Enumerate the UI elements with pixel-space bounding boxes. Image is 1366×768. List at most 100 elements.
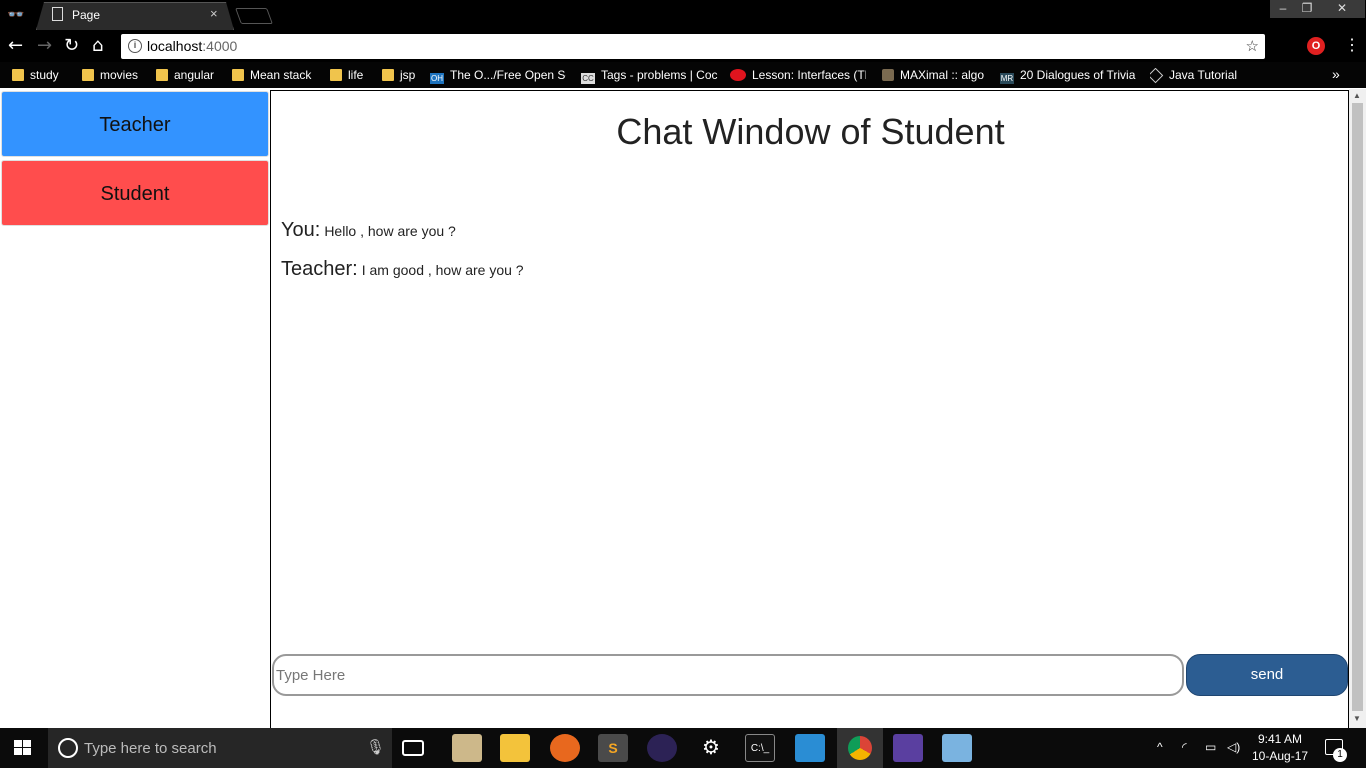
bookmarks-overflow-icon[interactable]: »	[1332, 66, 1340, 82]
scroll-thumb[interactable]	[1352, 103, 1363, 711]
chat-message: Teacher: I am good , how are you ?	[281, 258, 524, 281]
url-text: localhost:4000	[147, 38, 237, 54]
folder-icon	[82, 69, 94, 81]
reload-icon[interactable]: ↻	[64, 37, 79, 55]
tab-page[interactable]	[36, 2, 234, 30]
message-sender: You:	[281, 219, 321, 241]
show-hidden-icons[interactable]: ^	[1157, 740, 1163, 754]
tab-title: Page	[72, 8, 101, 22]
chat-window: Chat Window of Student You: Hello , how a…	[270, 90, 1349, 728]
forward-arrow-icon[interactable]: →	[37, 37, 52, 55]
page-icon	[52, 7, 63, 21]
bookmark-oh[interactable]: OH The O.../Free Open Sc	[430, 68, 566, 84]
folder-icon	[156, 69, 168, 81]
bookmark-label: jsp	[400, 68, 416, 82]
bookmark-codechef[interactable]: CC Tags - problems | Coc	[581, 68, 718, 84]
control-panel-icon[interactable]	[795, 734, 825, 762]
gimp-icon[interactable]	[452, 734, 482, 762]
back-arrow-icon[interactable]: ←	[8, 37, 23, 55]
bookmark-mean-stack[interactable]: Mean stack	[232, 68, 322, 84]
terminal-icon[interactable]: C:\_	[745, 734, 775, 762]
java-tutorial-icon	[1150, 68, 1164, 84]
clock-time[interactable]: 9:41 AM	[1258, 732, 1302, 746]
bookmark-label: Mean stack	[250, 68, 312, 82]
cc-icon: CC	[581, 73, 595, 84]
taskbar-search[interactable]: Type here to search 🎙	[48, 728, 392, 768]
bookmark-dialogues[interactable]: MR 20 Dialogues of Trivia	[1000, 68, 1136, 84]
settings-icon[interactable]: ⚙	[696, 734, 726, 762]
wifi-icon[interactable]: ◜	[1182, 740, 1187, 754]
eclipse-icon[interactable]	[647, 734, 677, 762]
message-input[interactable]	[272, 654, 1184, 696]
bookmarks-bar: study movies angular Mean stack life jsp…	[0, 62, 1366, 88]
send-button[interactable]: send	[1186, 654, 1348, 696]
chrome-taskbar-item[interactable]	[837, 728, 883, 768]
cortana-icon	[58, 738, 78, 758]
bookmark-movies[interactable]: movies	[82, 68, 148, 84]
bookmark-life[interactable]: life	[330, 68, 374, 84]
folder-icon	[12, 69, 24, 81]
folder-icon	[382, 69, 394, 81]
bookmark-label: Tags - problems | Coc	[601, 68, 718, 82]
browser-menu-icon[interactable]: ⋮	[1344, 36, 1360, 56]
search-placeholder: Type here to search	[84, 740, 217, 757]
bookmark-study[interactable]: study	[12, 68, 72, 84]
bookmark-java-tutorial[interactable]: Java Tutorial	[1150, 68, 1250, 84]
scroll-up-arrow-icon[interactable]: ▲	[1353, 91, 1361, 100]
message-text: I am good , how are you ?	[361, 262, 524, 278]
folder-icon	[232, 69, 244, 81]
maximize-button[interactable]: ❐	[1294, 0, 1320, 18]
bookmark-label: Java Tutorial	[1169, 68, 1238, 82]
folder-icon	[330, 69, 342, 81]
url-port: :4000	[202, 38, 238, 54]
bookmark-oracle[interactable]: Lesson: Interfaces (Th	[730, 68, 866, 84]
extension-icon[interactable]: O	[1307, 37, 1325, 55]
oh-icon: OH	[430, 73, 444, 84]
clock-date[interactable]: 10-Aug-17	[1252, 749, 1308, 763]
bookmark-star-icon[interactable]: ☆	[1246, 37, 1259, 55]
firefox-icon[interactable]	[550, 734, 580, 762]
volume-icon[interactable]: ◁)	[1227, 740, 1240, 754]
windows-start-icon[interactable]	[14, 740, 32, 756]
bookmark-label: 20 Dialogues of Trivia	[1020, 68, 1136, 82]
bookmark-label: MAXimal :: algo	[900, 68, 985, 82]
close-window-button[interactable]: ✕	[1319, 0, 1365, 18]
chat-title: Chat Window of Student	[616, 111, 1005, 152]
oracle-icon	[730, 69, 746, 81]
info-icon[interactable]: i	[128, 39, 142, 53]
mr-icon: MR	[1000, 73, 1014, 84]
student-button[interactable]: Student	[1, 160, 269, 226]
bookmark-label: Lesson: Interfaces (Th	[752, 68, 866, 82]
page-scrollbar[interactable]: ▲ ▼	[1349, 89, 1366, 728]
bookmark-jsp[interactable]: jsp	[382, 68, 422, 84]
tab-close-icon[interactable]: ×	[210, 6, 218, 21]
page-content: Teacher Student Chat Window of Student Y…	[0, 89, 1366, 728]
incognito-icon: 👓	[7, 7, 25, 23]
paint-icon[interactable]	[942, 734, 972, 762]
battery-icon[interactable]: ▭	[1205, 740, 1216, 754]
bookmark-label: life	[348, 68, 364, 82]
file-explorer-icon[interactable]	[500, 734, 530, 762]
scroll-down-arrow-icon[interactable]: ▼	[1353, 714, 1361, 723]
minimize-button[interactable]: –	[1270, 0, 1296, 18]
git-icon[interactable]	[893, 734, 923, 762]
message-sender: Teacher:	[281, 258, 358, 280]
sidebar: Teacher Student	[0, 89, 270, 728]
sublime-text-icon[interactable]: S	[598, 734, 628, 762]
microphone-icon[interactable]: 🎙	[366, 738, 385, 756]
address-bar[interactable]: i localhost:4000 ☆	[121, 34, 1265, 59]
bookmark-angular[interactable]: angular	[156, 68, 224, 84]
bookmark-maximal[interactable]: MAXimal :: algo	[882, 68, 990, 84]
chrome-icon	[848, 736, 872, 760]
bookmark-label: study	[30, 68, 59, 82]
task-view-icon[interactable]	[402, 740, 424, 756]
teacher-button[interactable]: Teacher	[1, 91, 269, 157]
chat-message: You: Hello , how are you ?	[281, 219, 456, 242]
bookmark-label: The O.../Free Open Sc	[450, 68, 566, 82]
taskbar: Type here to search 🎙 S ⚙ C:\_ ^ ◜ ▭ ◁) …	[0, 728, 1366, 768]
bookmark-label: angular	[174, 68, 215, 82]
home-icon[interactable]: ⌂	[92, 37, 103, 55]
new-tab-button[interactable]	[235, 8, 273, 24]
browser-toolbar: ← → ↻ ⌂ i localhost:4000 ☆	[0, 30, 1366, 62]
maximal-icon	[882, 69, 894, 81]
